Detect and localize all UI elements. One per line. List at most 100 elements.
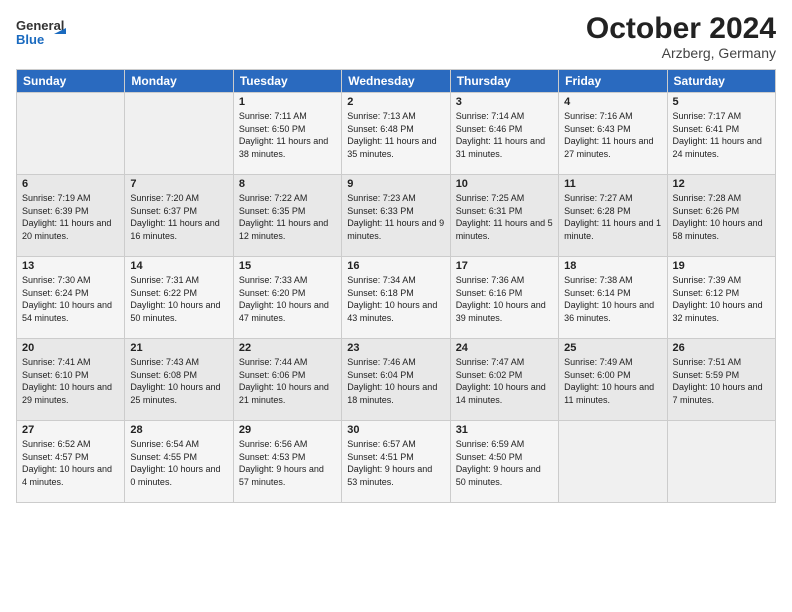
cell-info: Sunrise: 7:39 AMSunset: 6:12 PMDaylight:… (673, 275, 763, 323)
calendar-cell-2-3: 16Sunrise: 7:34 AMSunset: 6:18 PMDayligh… (342, 257, 450, 339)
day-number: 1 (239, 96, 336, 108)
calendar-cell-4-0: 27 Sunrise: 6:52 AMSunset: 4:57 PMDayligh… (17, 421, 125, 503)
cell-info: Sunrise: 7:17 AMSunset: 6:41 PMDaylight:… (673, 111, 762, 159)
calendar-cell-4-6 (667, 421, 775, 503)
logo-icon: General Blue (16, 12, 66, 54)
day-number: 17 (456, 260, 553, 272)
calendar-cell-2-0: 13 Sunrise: 7:30 AMSunset: 6:24 PMDayligh… (17, 257, 125, 339)
week-row-4: 27 Sunrise: 6:52 AMSunset: 4:57 PMDayligh… (17, 421, 776, 503)
day-number: 29 (239, 424, 336, 436)
calendar-cell-3-6: 26 Sunrise: 7:51 AMSunset: 5:59 PMDayligh… (667, 339, 775, 421)
day-number: 12 (673, 178, 770, 190)
calendar-cell-0-1 (125, 93, 233, 175)
week-row-2: 13 Sunrise: 7:30 AMSunset: 6:24 PMDayligh… (17, 257, 776, 339)
cell-info: Sunrise: 6:59 AMSunset: 4:50 PMDaylight:… (456, 439, 541, 487)
day-number: 18 (564, 260, 661, 272)
calendar-cell-3-0: 20 Sunrise: 7:41 AMSunset: 6:10 PMDayligh… (17, 339, 125, 421)
day-number: 15 (239, 260, 336, 272)
day-number: 21 (130, 342, 227, 354)
col-wednesday: Wednesday (342, 70, 450, 93)
day-number: 2 (347, 96, 444, 108)
day-number: 16 (347, 260, 444, 272)
cell-info: Sunrise: 6:54 AMSunset: 4:55 PMDaylight:… (130, 439, 220, 487)
day-number: 7 (130, 178, 227, 190)
calendar-cell-0-6: 5 Sunrise: 7:17 AMSunset: 6:41 PMDaylight… (667, 93, 775, 175)
day-number: 20 (22, 342, 119, 354)
cell-info: Sunrise: 6:56 AMSunset: 4:53 PMDaylight:… (239, 439, 324, 487)
cell-info: Sunrise: 7:30 AMSunset: 6:24 PMDaylight:… (22, 275, 112, 323)
cell-info: Sunrise: 7:41 AMSunset: 6:10 PMDaylight:… (22, 357, 112, 405)
calendar-cell-4-3: 30Sunrise: 6:57 AMSunset: 4:51 PMDayligh… (342, 421, 450, 503)
calendar-cell-4-4: 31 Sunrise: 6:59 AMSunset: 4:50 PMDayligh… (450, 421, 558, 503)
calendar-cell-3-1: 21 Sunrise: 7:43 AMSunset: 6:08 PMDayligh… (125, 339, 233, 421)
day-number: 31 (456, 424, 553, 436)
calendar-cell-0-5: 4 Sunrise: 7:16 AMSunset: 6:43 PMDaylight… (559, 93, 667, 175)
week-row-0: 1 Sunrise: 7:11 AMSunset: 6:50 PMDaylight… (17, 93, 776, 175)
month-title: October 2024 (586, 12, 776, 45)
cell-info: Sunrise: 7:22 AMSunset: 6:35 PMDaylight:… (239, 193, 328, 241)
calendar-cell-2-4: 17Sunrise: 7:36 AMSunset: 6:16 PMDayligh… (450, 257, 558, 339)
cell-info: Sunrise: 7:19 AMSunset: 6:39 PMDaylight:… (22, 193, 111, 241)
day-number: 27 (22, 424, 119, 436)
cell-info: Sunrise: 7:44 AMSunset: 6:06 PMDaylight:… (239, 357, 329, 405)
cell-info: Sunrise: 7:43 AMSunset: 6:08 PMDaylight:… (130, 357, 220, 405)
cell-info: Sunrise: 7:11 AMSunset: 6:50 PMDaylight:… (239, 111, 328, 159)
cell-info: Sunrise: 7:27 AMSunset: 6:28 PMDaylight:… (564, 193, 661, 241)
cell-info: Sunrise: 7:47 AMSunset: 6:02 PMDaylight:… (456, 357, 546, 405)
svg-text:General: General (16, 18, 64, 33)
title-block: October 2024 Arzberg, Germany (586, 12, 776, 61)
col-saturday: Saturday (667, 70, 775, 93)
day-number: 22 (239, 342, 336, 354)
svg-text:Blue: Blue (16, 32, 44, 47)
calendar-cell-1-0: 6 Sunrise: 7:19 AMSunset: 6:39 PMDaylight… (17, 175, 125, 257)
calendar-cell-3-2: 22 Sunrise: 7:44 AMSunset: 6:06 PMDayligh… (233, 339, 341, 421)
day-number: 6 (22, 178, 119, 190)
day-number: 13 (22, 260, 119, 272)
cell-info: Sunrise: 7:31 AMSunset: 6:22 PMDaylight:… (130, 275, 220, 323)
day-number: 25 (564, 342, 661, 354)
location: Arzberg, Germany (586, 45, 776, 61)
day-number: 26 (673, 342, 770, 354)
week-row-3: 20 Sunrise: 7:41 AMSunset: 6:10 PMDayligh… (17, 339, 776, 421)
day-number: 9 (347, 178, 444, 190)
cell-info: Sunrise: 7:49 AMSunset: 6:00 PMDaylight:… (564, 357, 654, 405)
calendar-cell-2-1: 14 Sunrise: 7:31 AMSunset: 6:22 PMDayligh… (125, 257, 233, 339)
calendar-cell-0-4: 3 Sunrise: 7:14 AMSunset: 6:46 PMDaylight… (450, 93, 558, 175)
cell-info: Sunrise: 7:16 AMSunset: 6:43 PMDaylight:… (564, 111, 653, 159)
calendar-header-row: Sunday Monday Tuesday Wednesday Thursday… (17, 70, 776, 93)
cell-info: Sunrise: 6:52 AMSunset: 4:57 PMDaylight:… (22, 439, 112, 487)
cell-info: Sunrise: 7:13 AMSunset: 6:48 PMDaylight:… (347, 111, 436, 159)
cell-info: Sunrise: 7:46 AMSunset: 6:04 PMDaylight:… (347, 357, 437, 405)
day-number: 23 (347, 342, 444, 354)
calendar-cell-0-3: 2 Sunrise: 7:13 AMSunset: 6:48 PMDaylight… (342, 93, 450, 175)
cell-info: Sunrise: 7:20 AMSunset: 6:37 PMDaylight:… (130, 193, 219, 241)
day-number: 19 (673, 260, 770, 272)
calendar-cell-3-3: 23 Sunrise: 7:46 AMSunset: 6:04 PMDayligh… (342, 339, 450, 421)
cell-info: Sunrise: 7:14 AMSunset: 6:46 PMDaylight:… (456, 111, 545, 159)
calendar-cell-1-3: 9Sunrise: 7:23 AMSunset: 6:33 PMDaylight… (342, 175, 450, 257)
cell-info: Sunrise: 6:57 AMSunset: 4:51 PMDaylight:… (347, 439, 432, 487)
calendar-cell-1-4: 10Sunrise: 7:25 AMSunset: 6:31 PMDayligh… (450, 175, 558, 257)
calendar-cell-1-6: 12 Sunrise: 7:28 AMSunset: 6:26 PMDayligh… (667, 175, 775, 257)
cell-info: Sunrise: 7:51 AMSunset: 5:59 PMDaylight:… (673, 357, 763, 405)
cell-info: Sunrise: 7:28 AMSunset: 6:26 PMDaylight:… (673, 193, 763, 241)
day-number: 14 (130, 260, 227, 272)
calendar-cell-4-2: 29 Sunrise: 6:56 AMSunset: 4:53 PMDayligh… (233, 421, 341, 503)
day-number: 24 (456, 342, 553, 354)
calendar-page: General Blue October 2024 Arzberg, Germa… (0, 0, 792, 612)
calendar-cell-2-6: 19 Sunrise: 7:39 AMSunset: 6:12 PMDayligh… (667, 257, 775, 339)
col-sunday: Sunday (17, 70, 125, 93)
day-number: 4 (564, 96, 661, 108)
calendar-cell-1-2: 8 Sunrise: 7:22 AMSunset: 6:35 PMDaylight… (233, 175, 341, 257)
day-number: 3 (456, 96, 553, 108)
day-number: 8 (239, 178, 336, 190)
logo: General Blue (16, 12, 66, 54)
day-number: 28 (130, 424, 227, 436)
cell-info: Sunrise: 7:38 AMSunset: 6:14 PMDaylight:… (564, 275, 654, 323)
header: General Blue October 2024 Arzberg, Germa… (16, 12, 776, 61)
week-row-1: 6 Sunrise: 7:19 AMSunset: 6:39 PMDaylight… (17, 175, 776, 257)
day-number: 10 (456, 178, 553, 190)
col-tuesday: Tuesday (233, 70, 341, 93)
day-number: 5 (673, 96, 770, 108)
calendar-cell-3-4: 24 Sunrise: 7:47 AMSunset: 6:02 PMDayligh… (450, 339, 558, 421)
